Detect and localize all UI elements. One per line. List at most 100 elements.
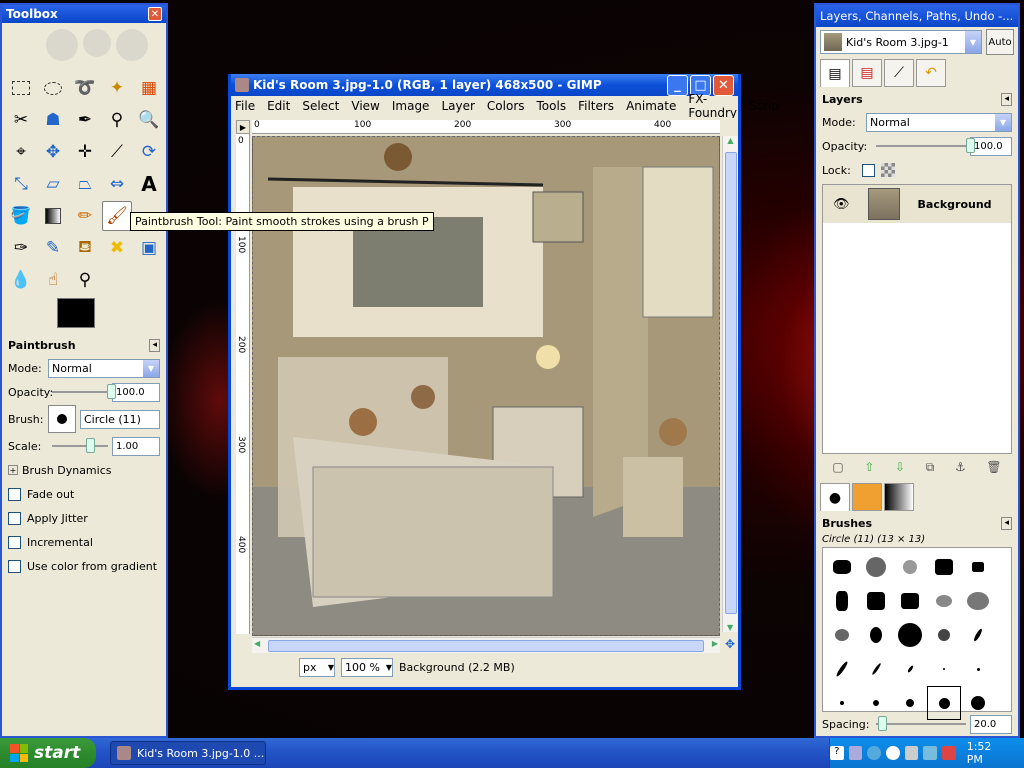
chevron-down-icon[interactable]: ▼ [328, 663, 334, 672]
menu-fx-foundry[interactable]: FX-Foundry [688, 92, 737, 120]
close-icon[interactable]: ✕ [148, 7, 162, 21]
panel-menu-icon[interactable]: ◂ [1001, 93, 1012, 106]
fade-out-checkbox[interactable]: Fade out [2, 482, 166, 506]
dock-titlebar[interactable]: Layers, Channels, Paths, Undo -... [816, 5, 1018, 27]
horizontal-scrollbar[interactable]: ◀ ▶ [252, 637, 720, 653]
blur-tool[interactable]: 💧 [6, 265, 36, 295]
lower-layer-icon[interactable]: ⇩ [895, 460, 905, 475]
brush-preview-button[interactable] [48, 405, 76, 433]
brush-item[interactable] [893, 550, 927, 584]
ink-tool[interactable]: ✎ [38, 233, 68, 263]
free-select-tool[interactable]: ➰ [70, 73, 100, 103]
chevron-down-icon[interactable]: ▼ [965, 31, 981, 53]
align-tool[interactable]: ✛ [70, 137, 100, 167]
brush-item[interactable] [893, 686, 927, 720]
undo-tab[interactable]: ↶ [916, 59, 946, 87]
select-by-color-tool[interactable]: ▦ [134, 73, 164, 103]
taskbar-item-gimp[interactable]: Kid's Room 3.jpg-1.0 ... [110, 741, 266, 765]
menu-view[interactable]: View [351, 99, 379, 113]
zoom-select[interactable]: 100 % ▼ [341, 657, 393, 677]
clone-tool[interactable]: ⛾ [70, 233, 100, 263]
scroll-left-icon[interactable]: ◀ [254, 639, 260, 648]
brush-item[interactable] [859, 652, 893, 686]
vertical-ruler[interactable]: 0 100 200 300 400 [236, 134, 250, 634]
image-window-titlebar[interactable]: Kid's Room 3.jpg-1.0 (RGB, 1 layer) 468x… [231, 74, 738, 96]
brush-item[interactable] [961, 550, 995, 584]
menu-animate[interactable]: Animate [626, 99, 676, 113]
volume-icon[interactable] [904, 746, 919, 760]
foreground-color[interactable] [57, 298, 95, 328]
opacity-slider[interactable] [52, 384, 116, 399]
image-selector[interactable]: Kid's Room 3.jpg-1 ▼ [820, 30, 982, 54]
ie-icon[interactable] [886, 746, 900, 760]
anchor-icon[interactable]: ⚓ [955, 460, 966, 475]
raise-layer-icon[interactable]: ⇧ [864, 460, 874, 475]
menu-layer[interactable]: Layer [441, 99, 474, 113]
bucket-fill-tool[interactable]: 🪣 [6, 201, 36, 231]
brush-item[interactable] [961, 584, 995, 618]
paintbrush-tool[interactable]: 🖌 [102, 201, 132, 231]
expand-icon[interactable]: + [8, 465, 18, 475]
brush-item[interactable] [927, 652, 961, 686]
menu-tools[interactable]: Tools [537, 99, 567, 113]
image-canvas[interactable] [252, 136, 720, 636]
brush-item[interactable] [893, 618, 927, 652]
minimize-button[interactable]: _ [667, 74, 688, 96]
toolbox-titlebar[interactable]: Toolbox ✕ [2, 5, 166, 23]
brush-dynamics-expander[interactable]: + Brush Dynamics [2, 458, 166, 482]
brush-item[interactable] [893, 584, 927, 618]
blend-tool[interactable] [38, 201, 68, 231]
menu-image[interactable]: Image [392, 99, 430, 113]
menu-script[interactable]: Scrip [749, 99, 779, 113]
shear-tool[interactable]: ▱ [38, 169, 68, 199]
chevron-down-icon[interactable]: ▼ [386, 663, 392, 672]
brush-item[interactable] [961, 618, 995, 652]
ellipse-select-tool[interactable] [38, 73, 68, 103]
measure-tool[interactable]: ⌖ [6, 137, 36, 167]
horizontal-ruler[interactable]: 0 100 200 300 400 [252, 120, 720, 134]
network-icon[interactable] [848, 746, 863, 760]
brush-item[interactable] [859, 686, 893, 720]
use-gradient-checkbox[interactable]: Use color from gradient [2, 554, 166, 578]
brush-item[interactable] [825, 584, 859, 618]
start-button[interactable]: start [0, 738, 96, 768]
panel-menu-icon[interactable]: ◂ [1001, 517, 1012, 530]
apply-jitter-checkbox[interactable]: Apply Jitter [2, 506, 166, 530]
brush-item[interactable] [859, 618, 893, 652]
brush-item[interactable] [825, 618, 859, 652]
scroll-down-icon[interactable]: ▼ [727, 623, 733, 632]
airbrush-tool[interactable]: ✑ [6, 233, 36, 263]
incremental-checkbox[interactable]: Incremental [2, 530, 166, 554]
brush-name-field[interactable]: Circle (11) [80, 409, 160, 429]
brushes-tab[interactable]: ● [820, 483, 850, 511]
paths-tool[interactable]: ✒ [70, 105, 100, 135]
scale-slider[interactable] [52, 438, 108, 453]
brush-item[interactable] [893, 652, 927, 686]
move-tool[interactable]: ✥ [38, 137, 68, 167]
brush-item[interactable] [825, 550, 859, 584]
menu-file[interactable]: File [235, 99, 255, 113]
spacing-spinner[interactable]: 20.0 [970, 714, 1012, 734]
heal-tool[interactable]: ✖ [102, 233, 132, 263]
back-icon[interactable] [867, 746, 882, 760]
scale-tool[interactable]: ⤡ [6, 169, 36, 199]
crop-tool[interactable]: ⟋ [102, 137, 132, 167]
paths-tab[interactable]: ⟋ [884, 59, 914, 87]
brush-item[interactable] [859, 584, 893, 618]
gradients-tab[interactable] [884, 483, 914, 511]
brush-item[interactable] [825, 686, 859, 720]
menu-colors[interactable]: Colors [487, 99, 525, 113]
scroll-thumb[interactable] [725, 152, 737, 614]
layer-row[interactable]: 👁 Background [823, 185, 1011, 223]
duplicate-layer-icon[interactable]: ⧉ [926, 460, 935, 475]
layers-tab[interactable]: ▤ [820, 59, 850, 87]
chevron-down-icon[interactable]: ▼ [995, 113, 1011, 131]
brush-item[interactable] [927, 618, 961, 652]
perspective-tool[interactable]: ⏢ [70, 169, 100, 199]
fuzzy-select-tool[interactable]: ✦ [102, 73, 132, 103]
rotate-tool[interactable]: ⟳ [134, 137, 164, 167]
mode-select[interactable]: Normal ▼ [48, 358, 160, 378]
new-layer-icon[interactable]: ▢ [832, 460, 843, 475]
flip-tool[interactable]: ⇔ [102, 169, 132, 199]
brush-item[interactable] [961, 652, 995, 686]
